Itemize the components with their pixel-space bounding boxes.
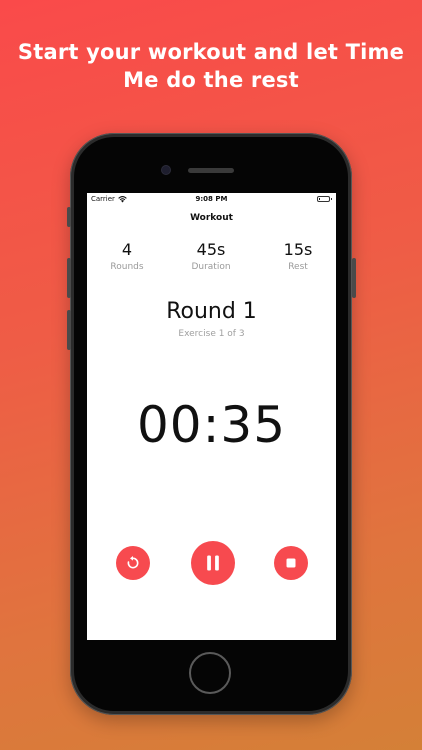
mute-switch xyxy=(67,207,71,227)
stat-rest: 15s Rest xyxy=(258,240,336,273)
earpiece-speaker xyxy=(188,168,234,173)
pause-icon xyxy=(207,555,219,571)
exercise-progress: Exercise 1 of 3 xyxy=(178,329,245,339)
stat-rest-label: Rest xyxy=(288,262,308,272)
restart-icon xyxy=(127,556,139,569)
volume-down-button xyxy=(67,310,71,350)
volume-up-button xyxy=(67,258,71,298)
workout-stats: 4 Rounds 45s Duration 15s Rest xyxy=(87,240,336,280)
app-screen: Carrier 9:08 PM Workout 4 Rounds 45s Dur… xyxy=(87,193,336,640)
status-time: 9:08 PM xyxy=(195,195,228,203)
battery-icon xyxy=(317,196,332,202)
marketing-headline: Start your workout and let Time Me do th… xyxy=(17,40,405,92)
home-button[interactable] xyxy=(189,652,231,694)
countdown-timer: 00:35 xyxy=(136,396,287,454)
stop-button[interactable] xyxy=(274,546,308,580)
status-bar: Carrier 9:08 PM xyxy=(87,193,336,207)
front-camera xyxy=(162,166,170,174)
stat-rounds-label: Rounds xyxy=(110,262,144,272)
stop-icon xyxy=(286,558,296,568)
stat-rest-value: 15s xyxy=(283,240,313,259)
stat-rounds-value: 4 xyxy=(121,240,133,259)
stat-rounds: 4 Rounds xyxy=(87,240,167,273)
power-button xyxy=(352,258,356,298)
stat-duration: 45s Duration xyxy=(171,240,251,273)
restart-button[interactable] xyxy=(116,546,150,580)
battery-level-fill xyxy=(319,198,320,200)
stat-duration-value: 45s xyxy=(196,240,226,259)
round-title: Round 1 xyxy=(166,299,257,324)
stat-duration-label: Duration xyxy=(191,262,231,272)
nav-title: Workout xyxy=(190,213,233,223)
pause-button[interactable] xyxy=(191,541,235,585)
